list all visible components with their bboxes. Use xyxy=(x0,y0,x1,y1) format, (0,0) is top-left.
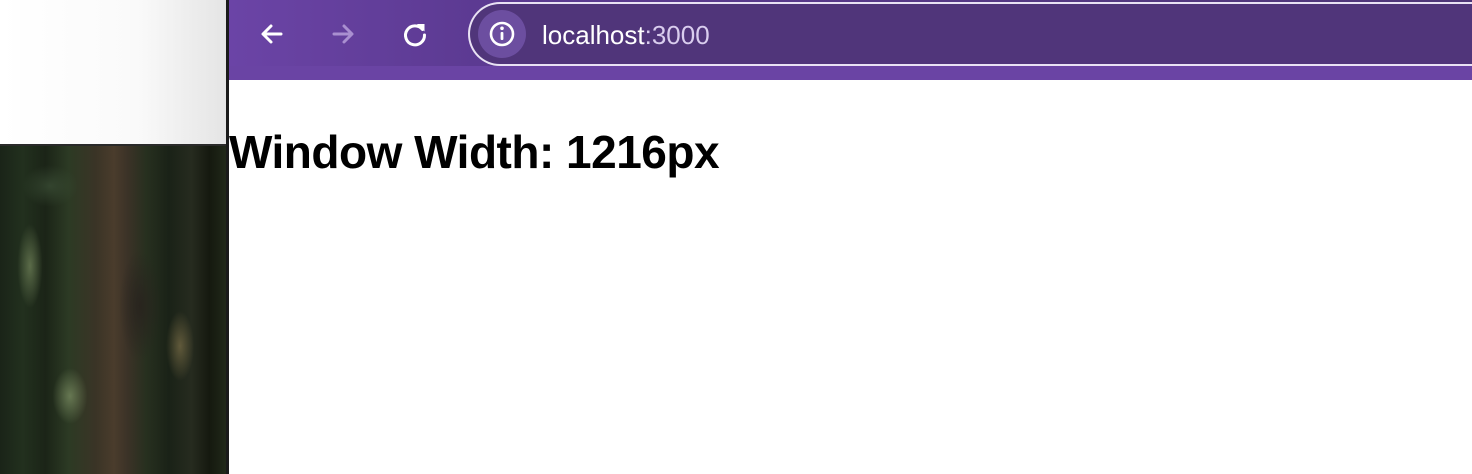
page-content: Window Width: 1216px xyxy=(229,80,1472,474)
background-window[interactable] xyxy=(0,0,228,145)
browser-toolbar: localhost:3000 xyxy=(229,0,1472,80)
site-info-button[interactable] xyxy=(478,10,526,58)
page-heading: Window Width: 1216px xyxy=(229,126,720,178)
url-host: localhost xyxy=(542,20,645,50)
reload-icon xyxy=(404,24,427,47)
desktop-wallpaper xyxy=(0,146,228,474)
toolbar-bottom-strip xyxy=(229,66,1472,80)
reload-button[interactable] xyxy=(393,12,437,56)
arrow-left-icon xyxy=(261,24,283,44)
back-button[interactable] xyxy=(250,12,294,56)
forward-button[interactable] xyxy=(321,12,365,56)
screen: localhost:3000 Window Width: 1216px xyxy=(0,0,1472,474)
arrow-right-icon xyxy=(332,24,354,44)
address-bar[interactable]: localhost:3000 xyxy=(468,2,1472,66)
url-text[interactable]: localhost:3000 xyxy=(542,18,710,52)
url-port: :3000 xyxy=(644,20,710,50)
browser-window: localhost:3000 Window Width: 1216px xyxy=(229,0,1472,474)
info-icon xyxy=(489,21,515,47)
